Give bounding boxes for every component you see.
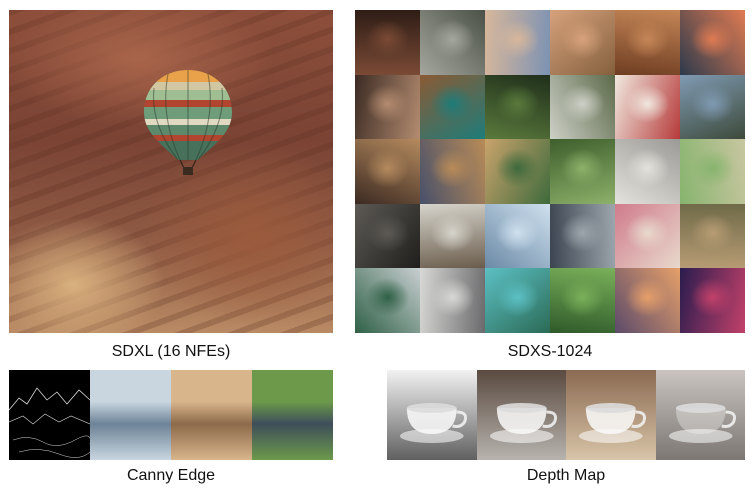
park-trees-thumbnail [550, 268, 615, 333]
green-hills-thumbnail [680, 139, 745, 204]
caption-canny: Canny Edge [126, 467, 216, 484]
astronaut-jungle-thumbnail [355, 268, 420, 333]
pink-roses-vase-thumbnail [615, 203, 680, 269]
caption-sdxs: SDXS-1024 [507, 343, 593, 360]
village-landscape-thumbnail [680, 203, 745, 269]
horse-rider-desert-thumbnail [485, 10, 550, 75]
forest-fairy-thumbnail [485, 139, 550, 204]
lion-savanna-thumbnail [420, 139, 485, 204]
apple-on-wood-thumbnail [615, 10, 680, 75]
dog-with-ball-thumbnail [420, 74, 485, 140]
jeep-on-road-thumbnail [550, 74, 615, 140]
cat-by-window-thumbnail [420, 203, 485, 269]
classic-car-street-thumbnail [550, 203, 615, 269]
woman-portrait-thumbnail [355, 10, 420, 75]
canny-edge-strip [9, 370, 333, 460]
canyon-balloon-image [9, 10, 333, 333]
blonde-warrior-thumbnail [355, 139, 420, 204]
fantasy-towers-sunset-thumbnail [615, 268, 680, 333]
mountain-lake-sunset-thumbnail [680, 10, 745, 75]
depth-map-strip [387, 370, 745, 460]
white-horse-thumbnail [420, 10, 485, 75]
orange-car-desert-thumbnail [550, 10, 615, 75]
icy-mountains-lake [90, 370, 171, 460]
castle-on-cliff-thumbnail [680, 74, 745, 140]
sdxs-image-grid [355, 10, 745, 333]
green-valley-car-thumbnail [550, 139, 615, 204]
caption-sdxl: SDXL (16 NFEs) [111, 343, 231, 360]
caption-depth: Depth Map [526, 467, 606, 484]
robot-parts-thumbnail [420, 268, 485, 333]
old-man-hat-thumbnail [355, 203, 420, 269]
depth-teacup-white [387, 370, 477, 460]
neon-city-thumbnail [680, 268, 745, 333]
medusa-portrait-thumbnail [355, 74, 420, 140]
canny-edge-map [9, 370, 90, 460]
green-valley-mountains [252, 370, 333, 460]
glass-teacup [655, 370, 745, 460]
brown-teacup [566, 370, 656, 460]
blue-pattern-teacup [476, 370, 566, 460]
strawberries-bowl-thumbnail [615, 74, 680, 140]
desert-dunes-peaks [171, 370, 252, 460]
hot-air-balloon [144, 70, 232, 175]
floating-islands-thumbnail [485, 268, 550, 333]
rider-in-forest-thumbnail [485, 74, 550, 140]
penguins-ice-thumbnail [485, 203, 550, 269]
teacup-thumbnail [615, 139, 680, 204]
